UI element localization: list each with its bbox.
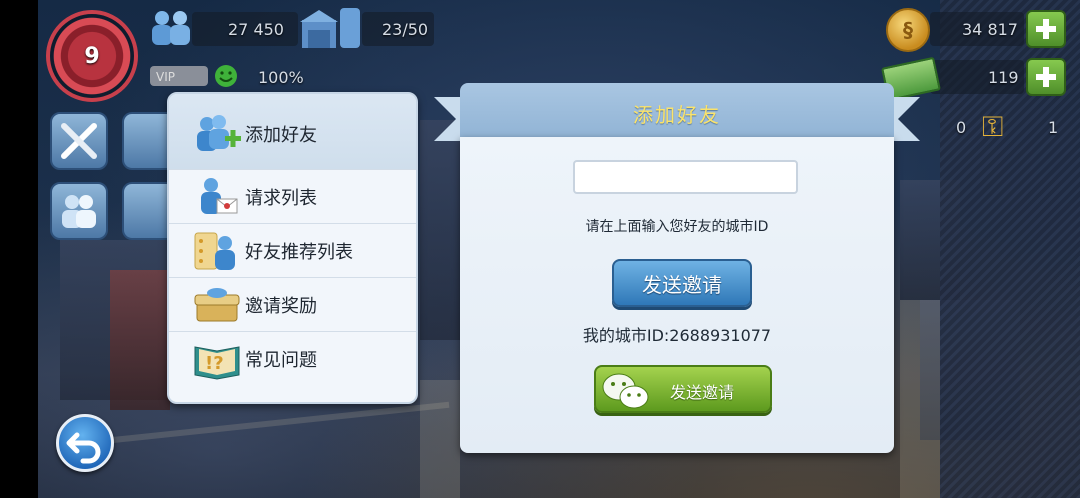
wechat-send-invite-label: 发送邀请 [670, 383, 735, 402]
vehicle-garage-icon [300, 8, 360, 48]
population-value: 27 450 [228, 20, 284, 39]
menu-item-invite-reward[interactable]: 邀请奖励 [169, 278, 416, 332]
menu-item-recommend-list[interactable]: 好友推荐列表 [169, 224, 416, 278]
add-simcash-button[interactable] [1026, 58, 1066, 96]
menu-item-label: 添加好友 [245, 124, 317, 146]
level-badge[interactable]: 9 [46, 10, 138, 102]
dialog-header: 添加好友 [460, 83, 894, 143]
send-invite-button[interactable]: 发送邀请 [612, 259, 752, 307]
my-city-id: 我的城市ID:2688931077 [582, 326, 772, 345]
invite-reward-icon [194, 287, 240, 321]
people-icon [62, 195, 96, 228]
simoleons-value: 34 817 [962, 20, 1018, 39]
back-button[interactable] [56, 414, 114, 472]
population-icon [152, 11, 190, 45]
svg-text:!?: !? [205, 353, 224, 374]
recommend-list-icon [194, 232, 235, 270]
city-id-input[interactable] [573, 160, 798, 194]
menu-item-faq[interactable]: !? 常见问题 [169, 332, 416, 386]
send-invite-label: 发送邀请 [642, 272, 722, 297]
vip-happiness-icon: VIP [150, 65, 237, 87]
menu-item-label: 好友推荐列表 [245, 241, 353, 263]
wrench-screwdriver-icon [61, 123, 97, 159]
svg-text:VIP: VIP [156, 70, 175, 84]
menu-item-label: 请求列表 [245, 187, 317, 209]
wechat-send-invite-button[interactable]: 发送邀请 [594, 365, 772, 413]
social-button[interactable] [50, 182, 108, 240]
simcash-value: 119 [988, 68, 1019, 87]
faq-icon: !? [194, 346, 240, 380]
menu-item-label: 常见问题 [245, 350, 317, 371]
simoleon-coin-icon: § [886, 8, 930, 52]
silver-keys-value: 0 [956, 118, 967, 137]
add-friend-icon [197, 114, 241, 151]
city-id-hint: 请在上面输入您好友的城市ID [585, 219, 769, 235]
back-arrow-icon [66, 432, 101, 464]
add-simoleons-button[interactable] [1026, 10, 1066, 48]
menu-item-label: 邀请奖励 [245, 295, 317, 317]
vehicles-value: 23/50 [382, 20, 429, 39]
build-tools-button[interactable] [50, 112, 108, 170]
menu-item-request-list[interactable]: 请求列表 [169, 170, 416, 224]
wechat-icon [602, 373, 649, 409]
happiness-value: 100% [258, 68, 304, 87]
add-friend-dialog: 添加好友 请在上面输入您好友的城市ID 发送邀请 我的城市ID:26889310… [434, 83, 894, 453]
level-number: 9 [84, 43, 100, 69]
golden-key-icon: ⚿ [982, 110, 1004, 143]
menu-item-add-friend[interactable]: 添加好友 [169, 94, 416, 170]
dialog-body: 请在上面输入您好友的城市ID 发送邀请 我的城市ID:2688931077 发送… [460, 137, 894, 453]
friends-menu: 添加好友 请求列表 好友推荐列表 邀请奖励 !? 常见问题 [167, 92, 418, 404]
golden-keys-value: 1 [1048, 118, 1059, 137]
request-list-icon [201, 177, 238, 214]
dialog-title: 添加好友 [633, 102, 721, 127]
